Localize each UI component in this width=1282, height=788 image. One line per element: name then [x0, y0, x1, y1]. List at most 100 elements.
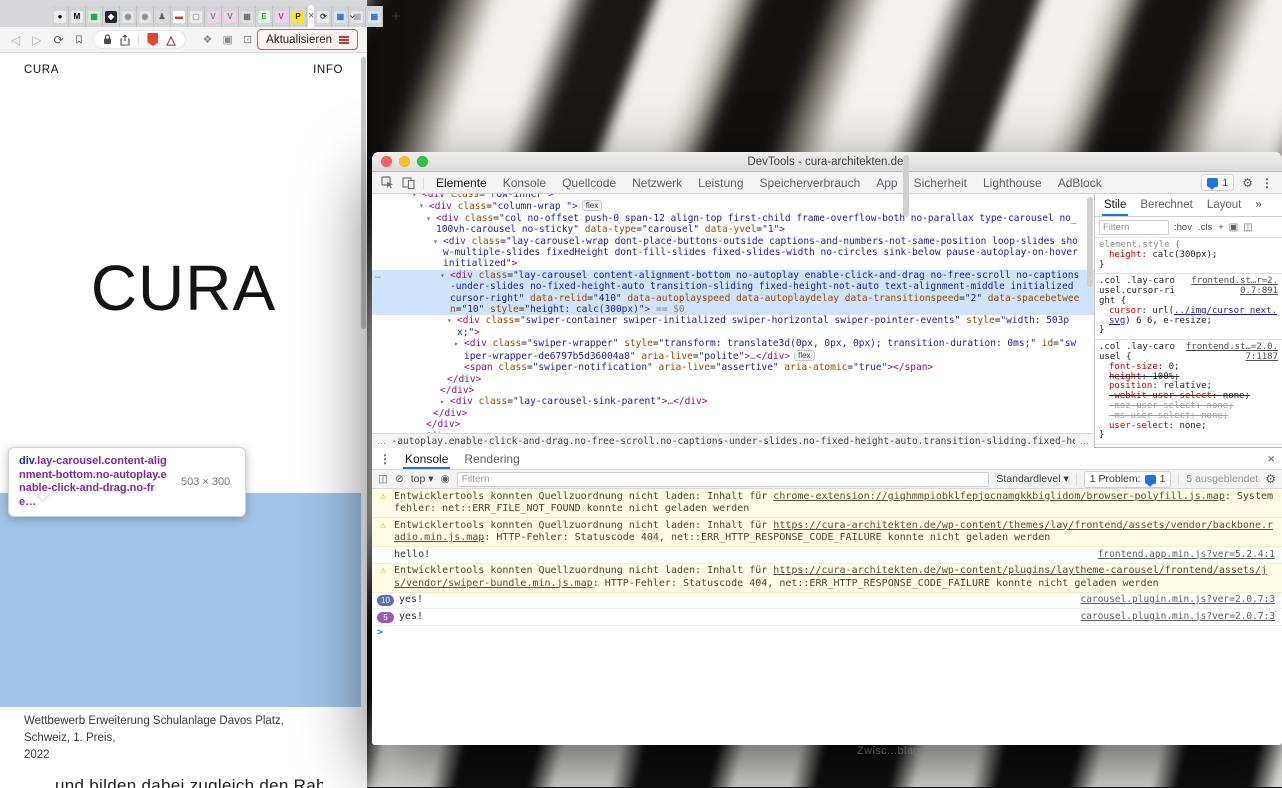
css-property[interactable]: cursor: url(../img/cursor_next.svg) 6 6,…	[1099, 307, 1278, 327]
pinned-tab[interactable]: ♟	[154, 6, 171, 27]
breadcrumb-overflow-left[interactable]: …	[377, 436, 387, 447]
pinned-tab[interactable]: P	[290, 6, 307, 27]
tab-overflow-chevron-icon[interactable]: ⌄	[348, 8, 357, 21]
console-tab-rendering[interactable]: Rendering	[462, 448, 521, 469]
disclosure-open-icon[interactable]: ▾	[426, 213, 431, 224]
disclosure-open-icon[interactable]: ▾	[447, 315, 452, 326]
tree-node[interactable]: <span class="swiper-notification" aria-l…	[372, 362, 1094, 373]
flex-badge[interactable]: flex	[794, 350, 814, 361]
tree-node[interactable]: ▾<div class="lay-carousel-wrap dont-plac…	[372, 236, 1094, 270]
console-settings-gear-icon[interactable]: ⚙	[1265, 472, 1276, 486]
tree-node[interactable]: ▸<div class="swiper-wrapper" style="tran…	[372, 338, 1094, 362]
tree-node[interactable]: ▸<div class="lay-carousel-sink-parent">……	[372, 396, 1094, 407]
pinned-tab[interactable]: ●	[52, 6, 69, 27]
pinned-tab[interactable]: V	[205, 6, 222, 27]
disclosure-open-icon[interactable]: ▾	[440, 270, 445, 281]
pinned-tab[interactable]: M	[69, 6, 86, 27]
share-icon[interactable]	[120, 34, 130, 46]
styles-scrollbar-thumb[interactable]	[903, 155, 909, 217]
tree-node[interactable]: </div>	[372, 408, 1094, 419]
tab-adblock[interactable]: AdBlock	[1050, 172, 1110, 193]
drawer-kebab-icon[interactable]: ⋮	[379, 452, 391, 466]
disclosure-open-icon[interactable]: ▾	[419, 200, 424, 211]
blocker-icon[interactable]: ▣	[223, 33, 233, 46]
device-toolbar-icon[interactable]	[402, 176, 415, 189]
styles-button-hov[interactable]: :hov	[1174, 222, 1192, 233]
source-location-link[interactable]: carousel.plugin.min.js?ver=2.0.7:3	[1067, 611, 1275, 624]
log-level-selector[interactable]: Standardlevel ▾	[996, 473, 1068, 485]
close-window-button[interactable]	[381, 156, 392, 167]
breadcrumb-overflow-right[interactable]: …	[1080, 436, 1090, 447]
rule-selector[interactable]: .col .lay-carousel {	[1099, 342, 1175, 362]
active-tab[interactable]: ×	[308, 5, 314, 27]
bookmark-icon[interactable]	[75, 33, 83, 46]
stylesheet-source-link[interactable]: frontend.st…r=2.0.7:891	[1182, 277, 1278, 297]
tab-quellcode[interactable]: Quellcode	[554, 172, 624, 193]
tab-elemente[interactable]: Elemente	[428, 172, 495, 193]
rule-selector[interactable]: .col .lay-carousel.cursor-right {	[1099, 276, 1175, 306]
clear-console-icon[interactable]: ⊘	[395, 473, 404, 485]
tree-node[interactable]: ▾<div class="col no-offset push-0 span-1…	[372, 213, 1094, 236]
reload-icon[interactable]: ⟳	[53, 33, 63, 47]
live-expression-eye-icon[interactable]: ◉	[441, 473, 450, 485]
rule-selector[interactable]: element.style {	[1099, 240, 1180, 250]
breadcrumb-text[interactable]: -autoplay.enable-click-and-drag.no-free-…	[392, 436, 1075, 447]
tree-node[interactable]: ▾<div class="column-wrap ">flex	[372, 200, 1094, 212]
close-tab-icon[interactable]: ×	[308, 10, 314, 22]
tab-leistung[interactable]: Leistung	[690, 172, 751, 193]
site-logo-link[interactable]: CURA	[24, 64, 59, 76]
node-overflow-dots[interactable]: …	[375, 270, 382, 281]
devtools-titlebar[interactable]: DevTools - cura-architekten.de/	[372, 152, 1282, 172]
tree-node[interactable]: </div>	[372, 431, 1094, 433]
tab-app[interactable]: App	[868, 172, 905, 193]
console-prompt-chevron[interactable]: >	[377, 627, 383, 640]
close-drawer-icon[interactable]: ×	[1267, 451, 1275, 466]
tab-speicherverbrauch[interactable]: Speicherverbrauch	[752, 172, 869, 193]
styles-tab-layout[interactable]: Layout	[1200, 194, 1249, 216]
styles-button-cls[interactable]: .cls	[1198, 222, 1212, 233]
disclosure-closed-icon[interactable]: ▸	[454, 338, 459, 349]
console-issues-counter[interactable]: 1 Problem:1	[1084, 471, 1172, 488]
tab-sicherheit[interactable]: Sicherheit	[906, 172, 975, 193]
pinned-tab[interactable]: ◉	[137, 6, 154, 27]
source-location-link[interactable]: carousel.plugin.min.js?ver=2.0.7:3	[1067, 594, 1275, 607]
styles-tab-stile[interactable]: Stile	[1097, 194, 1133, 216]
browser-tab[interactable]: ⟳	[315, 6, 332, 27]
css-property[interactable]: height: calc(300px);	[1099, 251, 1278, 261]
pinned-tab[interactable]: ◆	[103, 6, 120, 27]
styles-filter-input[interactable]: Filtern	[1099, 220, 1169, 235]
kebab-menu-icon[interactable]: ⋮	[1261, 176, 1273, 190]
console-filter-input[interactable]: Filtern	[457, 472, 990, 487]
panel-toggle-icon[interactable]: ◫	[1243, 222, 1252, 233]
tree-node[interactable]: ▾…<div class="lay-carousel content-align…	[372, 270, 1094, 316]
pinned-tab[interactable]: ▢	[188, 6, 205, 27]
pinned-tab[interactable]: V	[273, 6, 290, 27]
adblock-triangle-icon[interactable]: △	[166, 34, 175, 46]
browser-tab[interactable]: ▦	[366, 6, 383, 27]
disclosure-closed-icon[interactable]: ▸	[440, 396, 445, 407]
puzzle-extension-icon[interactable]: ❖	[203, 33, 213, 46]
back-icon[interactable]: ◁	[11, 33, 20, 47]
tree-node[interactable]: </div>	[372, 385, 1094, 396]
forward-icon[interactable]: ▷	[32, 33, 41, 47]
page-scrollbar-thumb[interactable]	[361, 57, 366, 329]
minimize-window-button[interactable]	[399, 156, 410, 167]
breadcrumb[interactable]: … -autoplay.enable-click-and-drag.no-fre…	[372, 433, 1094, 448]
settings-gear-icon[interactable]: ⚙	[1242, 176, 1253, 190]
tab-netzwerk[interactable]: Netzwerk	[624, 172, 690, 193]
update-button[interactable]: Aktualisieren	[257, 29, 358, 50]
tab-lighthouse[interactable]: Lighthouse	[975, 172, 1050, 193]
source-location-link[interactable]: frontend.app.min.js?ver=5.2.4:1	[1084, 549, 1275, 562]
pinned-tab[interactable]: ▬	[171, 6, 188, 27]
new-tab-button[interactable]: +	[391, 9, 400, 24]
stylesheet-source-link[interactable]: frontend.st…=2.0.7:1187	[1182, 343, 1278, 363]
disclosure-open-icon[interactable]: ▾	[433, 236, 438, 247]
pinned-tab[interactable]: ▦	[239, 6, 256, 27]
console-url-link[interactable]: chrome-extension://gighmmpiobklfepjocnam…	[773, 491, 1225, 502]
nav-info-link[interactable]: INFO	[313, 64, 343, 76]
tree-node[interactable]: ▾<div class="swiper-container swiper-ini…	[372, 315, 1094, 338]
pinned-tab[interactable]: E	[256, 6, 273, 27]
pinned-tab[interactable]: V	[222, 6, 239, 27]
console-tab-konsole[interactable]: Konsole	[403, 448, 450, 469]
zoom-window-button[interactable]	[417, 156, 428, 167]
